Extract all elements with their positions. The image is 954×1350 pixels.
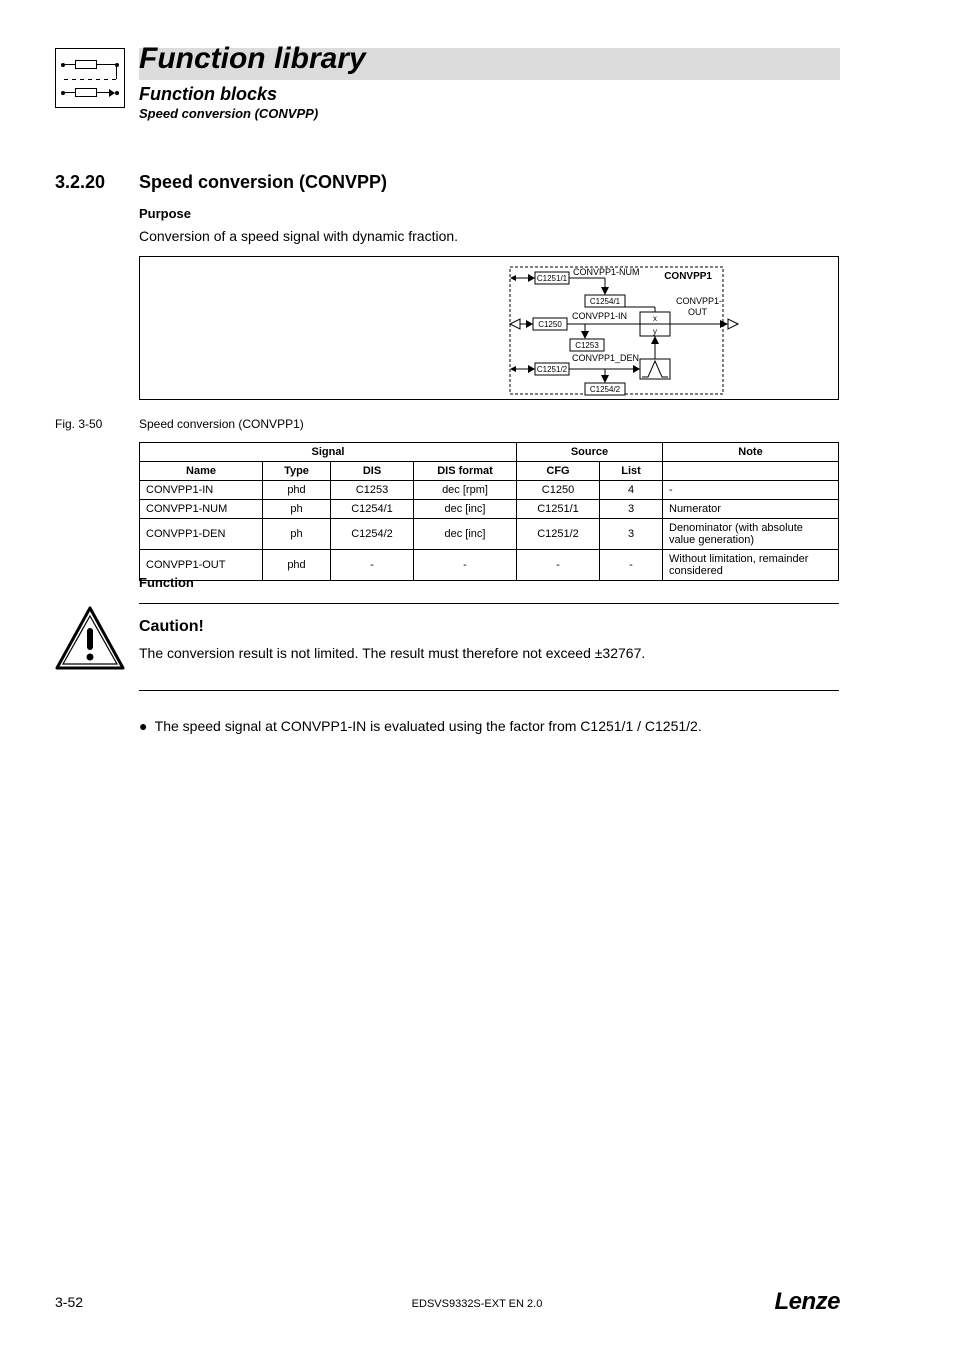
page-title: Function library [139,42,366,76]
th-signal: Signal [140,443,517,462]
brand-logo: Lenze [774,1288,840,1316]
diag-out-label-1: CONVPP1- [676,296,722,306]
diag-num-label: CONVPP1-NUM [573,267,640,277]
th-dis: DIS [331,462,414,481]
figure-text: Speed conversion (CONVPP1) [139,417,304,431]
page-subtitle-1: Function blocks [139,84,277,105]
diag-in-label: CONVPP1-IN [572,311,627,321]
caution-heading: Caution! [139,618,204,636]
hr-top [139,603,839,604]
purpose-text: Conversion of a speed signal with dynami… [139,228,458,244]
bullet-dot-icon: ● [139,718,151,734]
section-number: 3.2.20 [55,172,105,193]
diag-in-disp: C1253 [575,341,599,350]
warning-icon [55,606,125,671]
bullet-text: The speed signal at CONVPP1-IN is evalua… [155,718,702,734]
th-source: Source [517,443,663,462]
diag-num-code: C1251/1 [537,274,568,283]
diag-x: x [653,314,657,323]
bullet-item: ● The speed signal at CONVPP1-IN is eval… [139,718,702,734]
block-diagram: CONVPP1 C1251/1 CONVPP1-NUM C1254/1 C125… [139,256,839,400]
table-row: CONVPP1-OUT phd - - - - Without limitati… [140,550,839,581]
th-fmt: DIS format [414,462,517,481]
th-cfg: CFG [517,462,600,481]
diag-den-label: CONVPP1_DEN [572,353,639,363]
diag-den-disp: C1254/2 [590,385,621,394]
table-row: CONVPP1-DEN ph C1254/2 dec [inc] C1251/2… [140,519,839,550]
signal-table: Signal Source Note Name Type DIS DIS for… [139,442,839,581]
section-title: Speed conversion (CONVPP) [139,172,387,193]
diag-den-code: C1251/2 [537,365,568,374]
function-heading: Function [139,575,194,590]
hr-bottom [139,690,839,691]
diag-block-title: CONVPP1 [664,271,712,282]
diag-in-code: C1250 [538,320,562,329]
page-subtitle-2: Speed conversion (CONVPP) [139,106,318,121]
table-row: CONVPP1-IN phd C1253 dec [rpm] C1250 4 - [140,481,839,500]
table-row: CONVPP1-NUM ph C1254/1 dec [inc] C1251/1… [140,500,839,519]
caution-text: The conversion result is not limited. Th… [139,645,645,661]
th-list: List [600,462,663,481]
figure-label: Fig. 3-50 [55,417,102,431]
th-type: Type [263,462,331,481]
diag-num-disp: C1254/1 [590,297,621,306]
diag-out-label-2: OUT [688,307,708,317]
function-block-icon [55,48,125,108]
purpose-heading: Purpose [139,206,191,221]
diag-y: y [653,327,657,336]
th-name: Name [140,462,263,481]
th-note: Note [663,443,839,462]
